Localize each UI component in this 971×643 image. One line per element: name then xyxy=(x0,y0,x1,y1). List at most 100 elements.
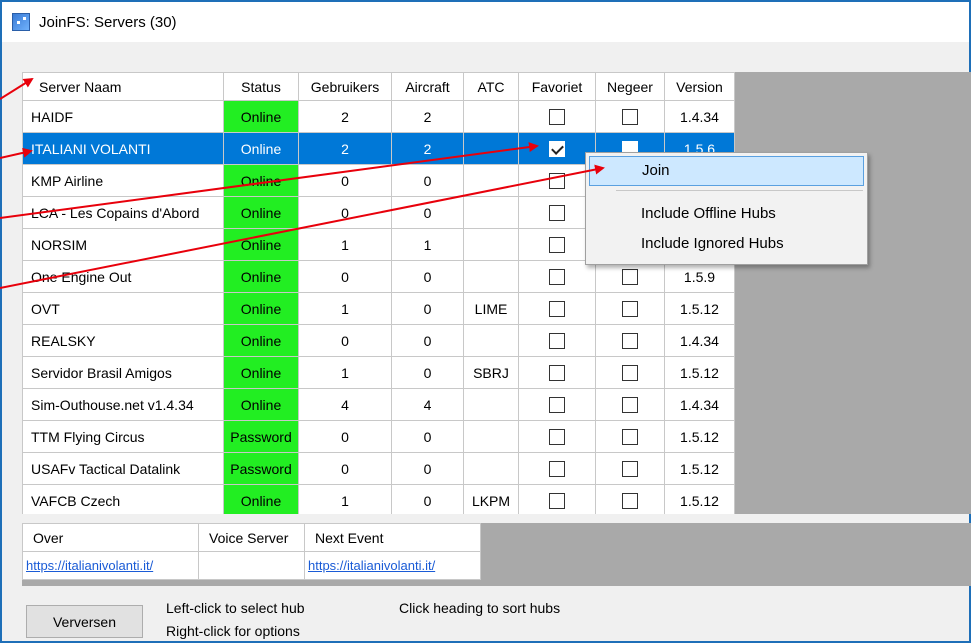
column-header-gebruikers[interactable]: Gebruikers xyxy=(298,72,392,101)
favoriet-checkbox[interactable] xyxy=(549,269,565,286)
server-name-cell: KMP Airline xyxy=(22,164,224,197)
favoriet-checkbox[interactable] xyxy=(549,141,565,158)
users-cell: 1 xyxy=(298,484,392,514)
column-header-server-naam[interactable]: Server Naam xyxy=(22,72,224,101)
favoriet-checkbox[interactable] xyxy=(549,237,565,254)
info-header-voice-server: Voice Server xyxy=(198,523,305,552)
hub-info-area: Over Voice Server Next Event https://ita… xyxy=(22,523,971,586)
hint-select-hub: Left-click to select hub xyxy=(166,600,305,616)
favoriet-checkbox[interactable] xyxy=(549,205,565,222)
atc-cell xyxy=(463,196,519,229)
negeer-checkbox[interactable] xyxy=(622,493,638,510)
users-cell: 0 xyxy=(298,324,392,357)
negeer-cell xyxy=(595,356,665,389)
status-cell: Online xyxy=(223,388,299,421)
server-name-cell: LCA - Les Copains d'Abord xyxy=(22,196,224,229)
server-name-cell: USAFv Tactical Datalink xyxy=(22,452,224,485)
atc-cell: LIME xyxy=(463,292,519,325)
favoriet-checkbox[interactable] xyxy=(549,173,565,190)
server-name-cell: HAIDF xyxy=(22,100,224,133)
aircraft-cell: 2 xyxy=(391,132,464,165)
favoriet-cell xyxy=(518,100,596,133)
users-cell: 1 xyxy=(298,292,392,325)
favoriet-checkbox[interactable] xyxy=(549,461,565,478)
atc-cell: SBRJ xyxy=(463,356,519,389)
server-row[interactable]: USAFv Tactical Datalink Password 0 0 1.5.12 xyxy=(22,452,735,485)
aircraft-cell: 0 xyxy=(391,164,464,197)
negeer-checkbox[interactable] xyxy=(622,397,638,414)
version-cell: 1.4.34 xyxy=(664,100,735,133)
column-header-favoriet[interactable]: Favoriet xyxy=(518,72,596,101)
aircraft-cell: 2 xyxy=(391,100,464,133)
column-header-status[interactable]: Status xyxy=(223,72,299,101)
favoriet-cell xyxy=(518,452,596,485)
version-cell: 1.5.12 xyxy=(664,420,735,453)
server-name-cell: Sim-Outhouse.net v1.4.34 xyxy=(22,388,224,421)
server-row[interactable]: TTM Flying Circus Password 0 0 1.5.12 xyxy=(22,420,735,453)
users-cell: 0 xyxy=(298,260,392,293)
column-header-version[interactable]: Version xyxy=(664,72,735,101)
server-row[interactable]: Sim-Outhouse.net v1.4.34 Online 4 4 1.4.34 xyxy=(22,388,735,421)
column-header-atc[interactable]: ATC xyxy=(463,72,519,101)
over-link[interactable]: https://italianivolanti.it/ xyxy=(22,551,199,580)
server-name-cell: Servidor Brasil Amigos xyxy=(22,356,224,389)
server-row[interactable]: HAIDF Online 2 2 1.4.34 xyxy=(22,100,735,133)
favoriet-checkbox[interactable] xyxy=(549,365,565,382)
favoriet-checkbox[interactable] xyxy=(549,493,565,510)
server-row[interactable]: Servidor Brasil Amigos Online 1 0 SBRJ 1.5.12 xyxy=(22,356,735,389)
status-cell: Online xyxy=(223,484,299,514)
favoriet-cell xyxy=(518,484,596,514)
status-cell: Online xyxy=(223,196,299,229)
title-bar: JoinFS: Servers (30) xyxy=(2,2,969,42)
server-row[interactable]: REALSKY Online 0 0 1.4.34 xyxy=(22,324,735,357)
negeer-cell xyxy=(595,452,665,485)
version-cell: 1.5.9 xyxy=(664,260,735,293)
favoriet-checkbox[interactable] xyxy=(549,301,565,318)
menu-item-include-ignored-hubs[interactable]: Include Ignored Hubs xyxy=(589,230,864,260)
menu-separator xyxy=(616,190,863,191)
server-name-cell: OVT xyxy=(22,292,224,325)
favoriet-checkbox[interactable] xyxy=(549,429,565,446)
users-cell: 0 xyxy=(298,420,392,453)
status-cell: Password xyxy=(223,420,299,453)
negeer-checkbox[interactable] xyxy=(622,269,638,286)
negeer-checkbox[interactable] xyxy=(622,365,638,382)
negeer-checkbox[interactable] xyxy=(622,429,638,446)
server-name-cell: REALSKY xyxy=(22,324,224,357)
next-event-link[interactable]: https://italianivolanti.it/ xyxy=(304,551,481,580)
favoriet-cell xyxy=(518,420,596,453)
aircraft-cell: 0 xyxy=(391,196,464,229)
favoriet-cell xyxy=(518,164,596,197)
server-row[interactable]: VAFCB Czech Online 1 0 LKPM 1.5.12 xyxy=(22,484,735,514)
verversen-button[interactable]: Verversen xyxy=(26,605,143,638)
negeer-cell xyxy=(595,420,665,453)
users-cell: 2 xyxy=(298,132,392,165)
column-header-negeer[interactable]: Negeer xyxy=(595,72,665,101)
atc-cell xyxy=(463,260,519,293)
voice-server-value xyxy=(198,551,305,580)
version-cell: 1.4.34 xyxy=(664,388,735,421)
version-cell: 1.5.12 xyxy=(664,356,735,389)
status-cell: Online xyxy=(223,100,299,133)
atc-cell xyxy=(463,132,519,165)
favoriet-cell xyxy=(518,388,596,421)
favoriet-cell xyxy=(518,260,596,293)
atc-cell xyxy=(463,228,519,261)
server-name-cell: VAFCB Czech xyxy=(22,484,224,514)
column-header-aircraft[interactable]: Aircraft xyxy=(391,72,464,101)
favoriet-checkbox[interactable] xyxy=(549,109,565,126)
negeer-checkbox[interactable] xyxy=(622,461,638,478)
negeer-cell xyxy=(595,100,665,133)
atc-cell xyxy=(463,420,519,453)
server-row[interactable]: One Engine Out Online 0 0 1.5.9 xyxy=(22,260,735,293)
favoriet-checkbox[interactable] xyxy=(549,397,565,414)
negeer-checkbox[interactable] xyxy=(622,301,638,318)
server-row[interactable]: OVT Online 1 0 LIME 1.5.12 xyxy=(22,292,735,325)
menu-item-join[interactable]: Join xyxy=(589,156,864,186)
favoriet-checkbox[interactable] xyxy=(549,333,565,350)
menu-item-include-offline-hubs[interactable]: Include Offline Hubs xyxy=(589,200,864,230)
aircraft-cell: 0 xyxy=(391,452,464,485)
negeer-checkbox[interactable] xyxy=(622,333,638,350)
negeer-checkbox[interactable] xyxy=(622,109,638,126)
version-cell: 1.5.12 xyxy=(664,452,735,485)
